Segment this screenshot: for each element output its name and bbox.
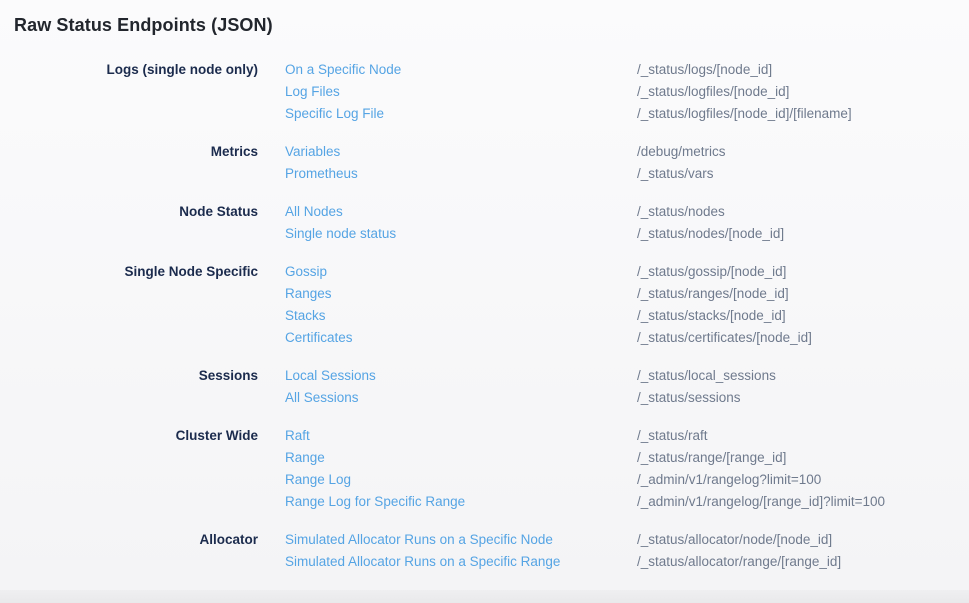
section-rows: Gossip/_status/gossip/[node_id]Ranges/_s… <box>285 261 969 349</box>
endpoint-link[interactable]: Raft <box>285 425 637 447</box>
endpoint-link[interactable]: Range Log <box>285 469 637 491</box>
endpoint-row: Gossip/_status/gossip/[node_id] <box>285 261 969 283</box>
endpoint-section: Sessions Local Sessions/_status/local_ses… <box>0 365 969 409</box>
section-rows: Raft/_status/raftRange/_status/range/[ra… <box>285 425 969 513</box>
category-label: Cluster Wide <box>0 425 258 447</box>
category-label: Single Node Specific <box>0 261 258 283</box>
endpoint-row: Raft/_status/raft <box>285 425 969 447</box>
endpoint-link[interactable]: All Nodes <box>285 201 637 223</box>
category-label: Logs (single node only) <box>0 59 258 81</box>
endpoint-row: Simulated Allocator Runs on a Specific R… <box>285 551 969 573</box>
endpoint-path: /_status/gossip/[node_id] <box>637 261 969 283</box>
section-rows: On a Specific Node/_status/logs/[node_id… <box>285 59 969 125</box>
endpoint-path: /_status/stacks/[node_id] <box>637 305 969 327</box>
endpoints-table: Logs (single node only) On a Specific Nod… <box>0 59 969 573</box>
endpoint-path: /_status/ranges/[node_id] <box>637 283 969 305</box>
endpoint-link[interactable]: Simulated Allocator Runs on a Specific R… <box>285 551 637 573</box>
endpoint-row: Range Log/_admin/v1/rangelog?limit=100 <box>285 469 969 491</box>
section-rows: Simulated Allocator Runs on a Specific N… <box>285 529 969 573</box>
endpoint-section: Allocator Simulated Allocator Runs on a S… <box>0 529 969 573</box>
category-label: Metrics <box>0 141 258 163</box>
category-label: Sessions <box>0 365 258 387</box>
endpoint-row: Range Log for Specific Range/_admin/v1/r… <box>285 491 969 513</box>
endpoint-path: /_status/certificates/[node_id] <box>637 327 969 349</box>
endpoint-row: All Nodes/_status/nodes <box>285 201 969 223</box>
endpoint-link[interactable]: Gossip <box>285 261 637 283</box>
endpoint-row: Stacks/_status/stacks/[node_id] <box>285 305 969 327</box>
endpoint-link[interactable]: Prometheus <box>285 163 637 185</box>
endpoint-path: /_status/vars <box>637 163 969 185</box>
endpoint-path: /_status/allocator/range/[range_id] <box>637 551 969 573</box>
section-rows: Variables/debug/metricsPrometheus/_statu… <box>285 141 969 185</box>
endpoint-link[interactable]: Range <box>285 447 637 469</box>
endpoint-link[interactable]: Single node status <box>285 223 637 245</box>
endpoint-path: /_status/sessions <box>637 387 969 409</box>
endpoint-link[interactable]: On a Specific Node <box>285 59 637 81</box>
endpoint-link[interactable]: All Sessions <box>285 387 637 409</box>
endpoint-row: Prometheus/_status/vars <box>285 163 969 185</box>
endpoint-row: Variables/debug/metrics <box>285 141 969 163</box>
endpoint-link[interactable]: Variables <box>285 141 637 163</box>
endpoint-row: Ranges/_status/ranges/[node_id] <box>285 283 969 305</box>
endpoint-link[interactable]: Ranges <box>285 283 637 305</box>
endpoint-path: /_status/raft <box>637 425 969 447</box>
endpoint-row: Local Sessions/_status/local_sessions <box>285 365 969 387</box>
endpoint-row: Range/_status/range/[range_id] <box>285 447 969 469</box>
endpoint-section: Single Node Specific Gossip/_status/gossi… <box>0 261 969 349</box>
bottom-strip <box>0 590 969 603</box>
endpoint-path: /_status/local_sessions <box>637 365 969 387</box>
endpoint-path: /_status/range/[range_id] <box>637 447 969 469</box>
endpoint-path: /_status/logfiles/[node_id]/[filename] <box>637 103 969 125</box>
endpoint-link[interactable]: Certificates <box>285 327 637 349</box>
endpoint-path: /_admin/v1/rangelog/[range_id]?limit=100 <box>637 491 969 513</box>
endpoint-row: Specific Log File/_status/logfiles/[node… <box>285 103 969 125</box>
endpoint-path: /_status/logs/[node_id] <box>637 59 969 81</box>
endpoint-link[interactable]: Local Sessions <box>285 365 637 387</box>
endpoint-link[interactable]: Log Files <box>285 81 637 103</box>
endpoint-section: Node Status All Nodes/_status/nodesSingle… <box>0 201 969 245</box>
endpoint-path: /_status/nodes <box>637 201 969 223</box>
endpoint-path: /_status/allocator/node/[node_id] <box>637 529 969 551</box>
raw-status-endpoints-page: Raw Status Endpoints (JSON) Logs (single… <box>0 0 969 603</box>
endpoint-link[interactable]: Simulated Allocator Runs on a Specific N… <box>285 529 637 551</box>
endpoint-row: Simulated Allocator Runs on a Specific N… <box>285 529 969 551</box>
endpoint-section: Logs (single node only) On a Specific Nod… <box>0 59 969 125</box>
page-title: Raw Status Endpoints (JSON) <box>14 13 969 37</box>
section-rows: All Nodes/_status/nodesSingle node statu… <box>285 201 969 245</box>
endpoint-row: Single node status/_status/nodes/[node_i… <box>285 223 969 245</box>
endpoint-path: /_status/logfiles/[node_id] <box>637 81 969 103</box>
endpoint-link[interactable]: Specific Log File <box>285 103 637 125</box>
endpoint-section: Cluster Wide Raft/_status/raftRange/_stat… <box>0 425 969 513</box>
category-label: Node Status <box>0 201 258 223</box>
section-rows: Local Sessions/_status/local_sessionsAll… <box>285 365 969 409</box>
endpoint-link[interactable]: Stacks <box>285 305 637 327</box>
endpoint-path: /_admin/v1/rangelog?limit=100 <box>637 469 969 491</box>
category-label: Allocator <box>0 529 258 551</box>
endpoint-section: Metrics Variables/debug/metricsPrometheus… <box>0 141 969 185</box>
endpoint-path: /debug/metrics <box>637 141 969 163</box>
endpoint-row: All Sessions/_status/sessions <box>285 387 969 409</box>
endpoint-row: Certificates/_status/certificates/[node_… <box>285 327 969 349</box>
endpoint-row: On a Specific Node/_status/logs/[node_id… <box>285 59 969 81</box>
endpoint-row: Log Files/_status/logfiles/[node_id] <box>285 81 969 103</box>
endpoint-path: /_status/nodes/[node_id] <box>637 223 969 245</box>
endpoint-link[interactable]: Range Log for Specific Range <box>285 491 637 513</box>
